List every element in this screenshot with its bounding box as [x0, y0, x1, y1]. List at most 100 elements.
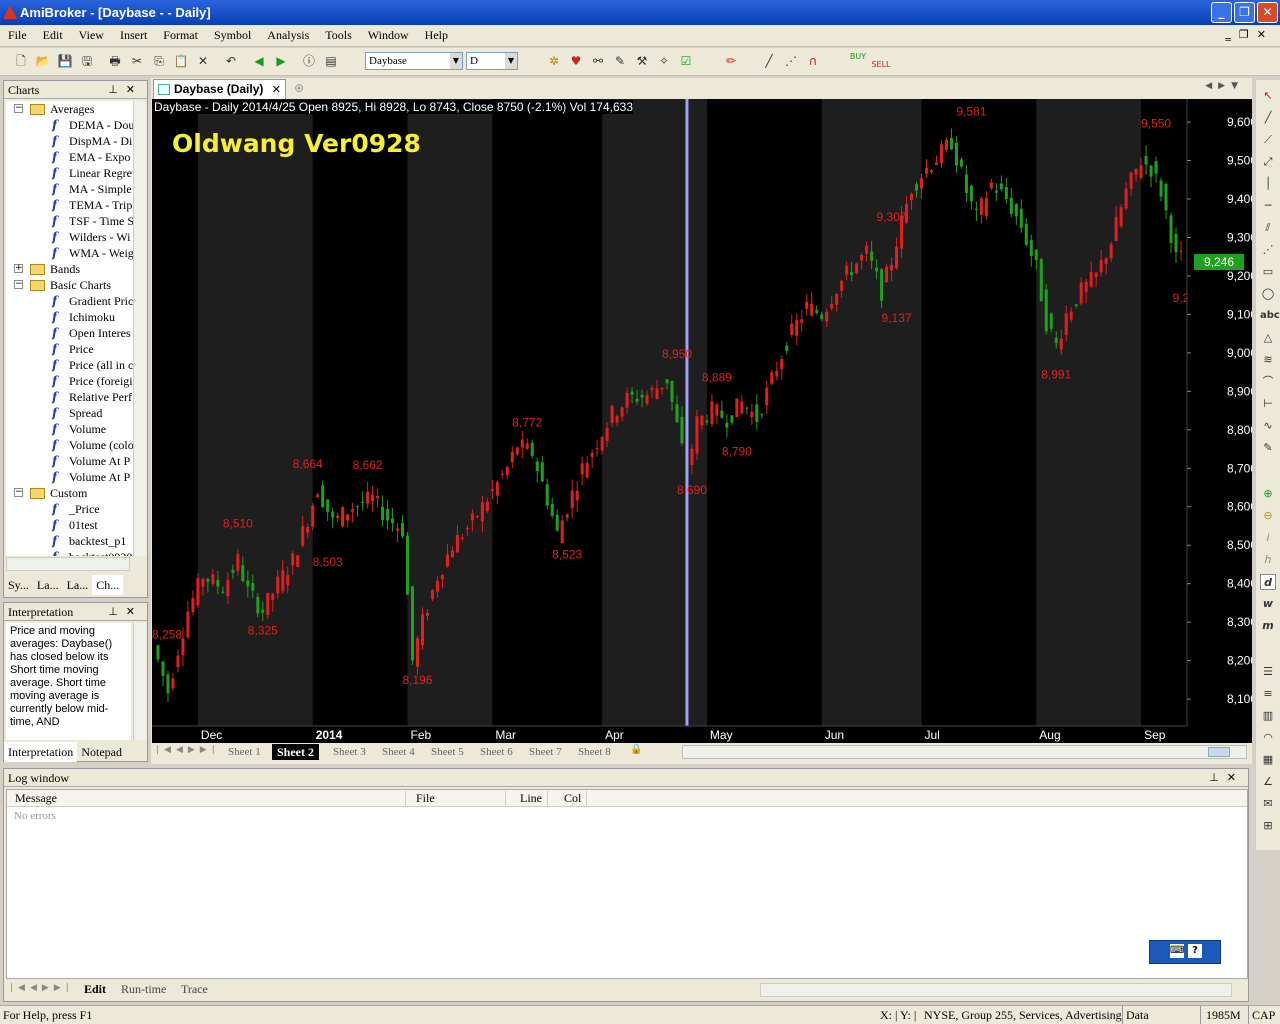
copy-icon[interactable]: ⎘	[150, 52, 168, 70]
undo-icon[interactable]: ↶	[222, 52, 240, 70]
magnet-icon[interactable]: ∩	[804, 52, 822, 70]
interval-combo[interactable]: D ▼	[466, 52, 518, 70]
dotted-line-icon[interactable]: ⋰	[782, 52, 800, 70]
forward-icon[interactable]: ▶	[272, 52, 290, 70]
floating-toolbar[interactable]: ⌨ ?	[1149, 940, 1221, 964]
tree-formula-item[interactable]: f WMA - Weig	[52, 245, 133, 261]
chart-area[interactable]: 8,258 8,510 8,325 8,664 8,503 8,662 8,196 8,772…	[152, 99, 1252, 743]
menu-view[interactable]: View	[71, 25, 112, 43]
tree-formula-item[interactable]: f DispMA - Di	[52, 133, 132, 149]
tree-formula-item[interactable]: f Ichimoku	[52, 309, 115, 325]
tree-formula-item[interactable]: f Linear Regre	[52, 165, 132, 181]
help-icon[interactable]: ?	[1188, 944, 1202, 958]
interval-m-icon[interactable]: m	[1260, 618, 1276, 634]
collapse-icon[interactable]: −	[14, 488, 23, 497]
zoom-out-icon[interactable]: ⊖	[1260, 508, 1276, 524]
wizard-icon[interactable]: ✧	[655, 52, 673, 70]
info-icon[interactable]: ⓘ	[300, 52, 318, 70]
note-icon[interactable]: ✉	[1260, 796, 1276, 812]
new-tab-icon[interactable]: ⊕	[294, 81, 304, 95]
sheet-tab-7[interactable]: Sheet 7	[529, 744, 562, 760]
menu-file[interactable]: File	[0, 25, 35, 43]
tree-formula-item[interactable]: f Volume At P	[52, 453, 130, 469]
trendline-icon[interactable]: ╱	[1260, 110, 1276, 126]
tree-formula-item[interactable]: f MA - Simple	[52, 181, 132, 197]
menu-insert[interactable]: Insert	[112, 25, 155, 43]
menu-window[interactable]: Window	[360, 25, 417, 43]
panel-pin-close-icons[interactable]: ⊥✕	[108, 603, 143, 621]
ray-icon[interactable]: ⟋	[1260, 132, 1276, 148]
text-icon[interactable]: abc	[1260, 308, 1280, 324]
tab-charts[interactable]: Ch...	[92, 575, 124, 595]
save-icon[interactable]: 💾	[56, 52, 74, 70]
tree-formula-item[interactable]: f backtest_p1	[52, 533, 126, 549]
tree-formula-item[interactable]: f Price	[52, 341, 94, 357]
expand-icon[interactable]: +	[14, 264, 23, 273]
sell-icon[interactable]: SELL	[871, 52, 891, 70]
delete-icon[interactable]: ✕	[194, 52, 212, 70]
mdi-controls[interactable]: ‗❐✕	[1225, 28, 1274, 41]
sheet-nav-icons[interactable]: |◀◀▶▶|	[156, 745, 220, 755]
tree-formula-item[interactable]: f TEMA - Trip	[52, 197, 132, 213]
sheet-tab-3[interactable]: Sheet 3	[333, 744, 366, 760]
col-file[interactable]: File	[405, 791, 435, 806]
bracket-icon[interactable]: ⊞	[1260, 818, 1276, 834]
restore-button[interactable]: ❐	[1234, 2, 1255, 23]
tree-formula-item[interactable]: f DEMA - Dou	[52, 117, 133, 133]
interpretation-scrollbar[interactable]	[133, 623, 146, 740]
analysis-icon[interactable]: ✲	[545, 52, 563, 70]
menu-analysis[interactable]: Analysis	[259, 25, 317, 43]
log-nav-icons[interactable]: |◀◀▶▶|	[10, 983, 74, 993]
ellipse-icon[interactable]: ◯	[1260, 286, 1276, 302]
menu-help[interactable]: Help	[417, 25, 456, 43]
tree-formula-item[interactable]: f Price (foreigi	[52, 373, 133, 389]
parallel-lines-icon[interactable]: ⫽	[1260, 220, 1276, 236]
tab-layouts[interactable]: La...	[63, 575, 93, 595]
paste-icon[interactable]: 📋	[172, 52, 190, 70]
tree-folder[interactable]: Averages	[30, 101, 94, 117]
tree-formula-item[interactable]: f Volume (colo	[52, 437, 133, 453]
log-hscrollbar[interactable]	[760, 983, 1232, 997]
arc-icon[interactable]: ⌒	[1260, 374, 1276, 390]
tree-hscrollbar[interactable]	[6, 557, 130, 571]
back-icon[interactable]: ◀	[250, 52, 268, 70]
tree-formula-item[interactable]: f Wilders - Wi	[52, 229, 130, 245]
draw-line-icon[interactable]: ╱	[760, 52, 778, 70]
sheet-tab-6[interactable]: Sheet 6	[480, 744, 513, 760]
tree-folder[interactable]: Custom	[30, 485, 87, 501]
rectangle-icon[interactable]: ▭	[1260, 264, 1276, 280]
properties-icon[interactable]: ▤	[322, 52, 340, 70]
print-icon[interactable]: 🖶	[106, 52, 124, 70]
minimize-button[interactable]: _	[1211, 2, 1232, 23]
chart-hscrollbar[interactable]	[682, 745, 1247, 759]
scan-icon[interactable]: ♥	[567, 52, 585, 70]
color-pen-icon[interactable]: ✏	[722, 52, 740, 70]
tab-nav-icons[interactable]: ◀▶▼	[1205, 81, 1244, 91]
interval-w-icon[interactable]: w	[1260, 596, 1276, 612]
collapse-icon[interactable]: −	[14, 280, 23, 289]
sheet-tab-2[interactable]: Sheet 2	[272, 744, 319, 760]
tree-formula-item[interactable]: f Gradient Pric	[52, 293, 133, 309]
interval-i-icon[interactable]: i	[1260, 530, 1276, 546]
vertical-line-icon[interactable]: │	[1260, 176, 1276, 192]
tree-formula-item[interactable]: f Relative Perf	[52, 389, 132, 405]
cycles-icon[interactable]: ⊢	[1260, 396, 1276, 412]
tree-scrollbar[interactable]	[133, 101, 146, 556]
fan-icon[interactable]: ⋰	[1260, 242, 1276, 258]
tab-trace[interactable]: Trace	[181, 982, 208, 997]
angle-icon[interactable]: ∠	[1260, 774, 1276, 790]
tree-formula-item[interactable]: f Spread	[52, 405, 102, 421]
sheet-tab-4[interactable]: Sheet 4	[382, 744, 415, 760]
tree-formula-item[interactable]: f Volume At P	[52, 469, 130, 485]
tree-formula-item[interactable]: f _Price	[52, 501, 100, 517]
tab-layers[interactable]: La...	[33, 575, 63, 595]
tree-formula-item[interactable]: f EMA - Expo	[52, 149, 130, 165]
col-line[interactable]: Line	[505, 791, 542, 806]
sheet-tab-8[interactable]: Sheet 8	[578, 744, 611, 760]
menu-symbol[interactable]: Symbol	[206, 25, 259, 43]
lock-icon[interactable]: 🔒	[630, 744, 642, 755]
grid-icon[interactable]: ▦	[1260, 752, 1276, 768]
list-icon[interactable]: ≡	[1260, 686, 1276, 702]
pencil-icon[interactable]: ✎	[1260, 440, 1276, 456]
symbol-combo[interactable]: Daybase ▼	[365, 52, 463, 70]
